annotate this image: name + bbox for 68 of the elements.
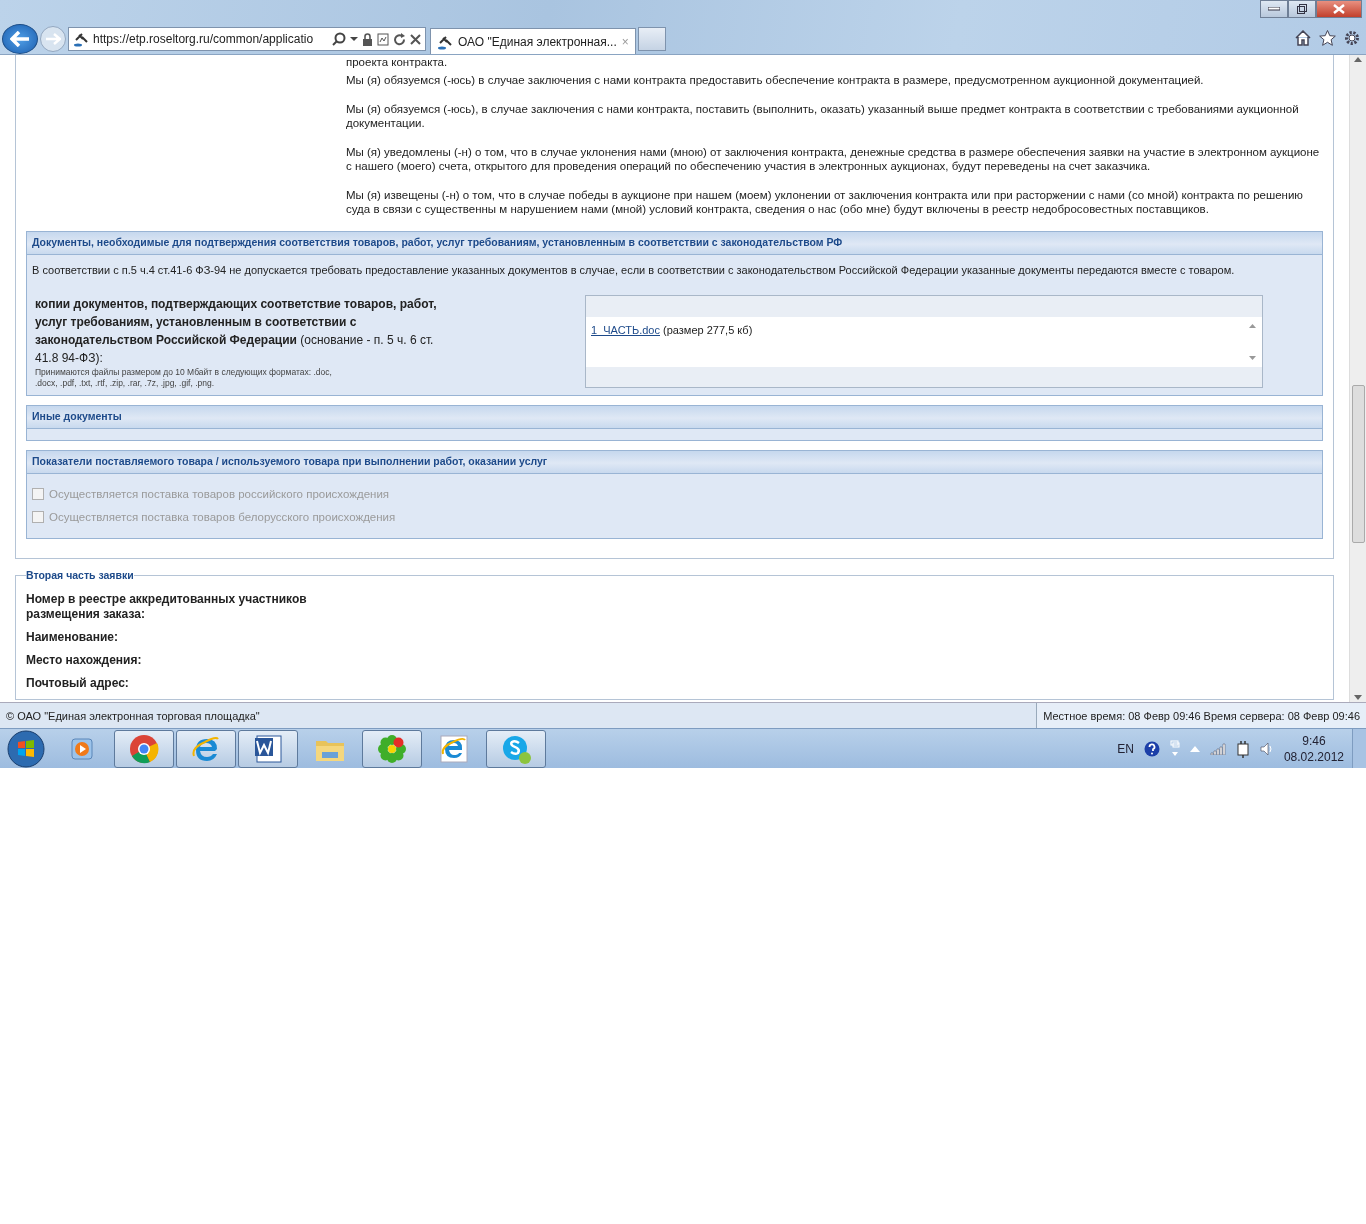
lock-icon[interactable] [362,32,373,46]
home-icon[interactable] [1295,30,1311,46]
star-icon[interactable] [1319,30,1336,46]
paragraph: проекта контракта. [346,55,449,69]
paragraph: Мы (я) уведомлены (-н) о том, что в случае уклонения нами (мною) от заключения контракта, денежные средства в размере обеспечения заявки на участие в электронном аукционе с нашего (моего) счета, открытого для проведения операций по обеспечению участия в электронных аукционах, будут переведены на счет заказчика. [346,145,1321,173]
media-player-icon [69,735,95,762]
panel-title: Иные документы [27,405,1322,429]
copyright-text: © ОАО "Единая электронная торговая площадка" [5,709,261,724]
back-arrow-icon [10,31,30,47]
browser-e-icon [439,733,469,764]
clock[interactable]: 9:46 08.02.2012 [1283,732,1344,765]
field-hint: Принимаются файлы размером до 10 Мбайт в следующих форматах: .doc, .docx, .pdf, .txt, .rtf, .zip, .rar, .7z, .jpg, .gif, .png. [35,366,333,389]
gavel-icon [437,33,453,50]
restore-button[interactable] [1288,0,1316,18]
address-bar[interactable]: https://etp.roseltorg.ru/common/applicatio [68,27,426,51]
settings-icon[interactable] [1344,30,1360,46]
power-plug-icon[interactable] [1235,739,1250,758]
restore-icon [1297,4,1307,14]
field-label: Место нахождения: [26,653,143,668]
caret-icon[interactable] [350,36,358,42]
stop-icon[interactable] [410,33,421,45]
help-icon[interactable] [1143,740,1160,757]
paragraph: Мы (я) обязуемся (-юсь), в случае заключения с нами контракта, поставить (выполнить, оказать) указанный выше предмет контракта в соответствии с требованиями аукционной документации. [346,102,1300,130]
field-label: Почтовый адрес: [26,676,130,691]
scroll-up-icon[interactable] [1354,57,1362,62]
close-button[interactable] [1316,0,1362,18]
panel-title: Документы, необходимые для подтверждения соответствия товаров, работ, услуг требованиям, установленным в соответствии с законодательством РФ [27,232,1322,255]
scrollbar-thumb[interactable] [1351,384,1365,543]
checkbox-label: Осуществляется поставка товаров белорусского происхождения [49,509,396,525]
browser-tab[interactable]: ОАО "Единая электронная... × [430,28,636,54]
signal-icon[interactable] [1209,742,1226,755]
start-button[interactable] [6,728,46,768]
scrollbar[interactable] [1349,55,1366,702]
paragraph: Мы (я) обязуемся (-юсь) в случае заключения с нами контракта предоставить обеспечение контракта в размере, предусмотренном аукционной документацией. [346,73,1205,87]
scrollbar-drawing [1248,321,1257,362]
compatibility-icon[interactable] [377,32,389,46]
word-icon [253,733,283,764]
panel-title: Показатели поставляемого товара / используемого товара при выполнении работ, оказании услуг [27,450,1322,474]
file-size: (размер 277,5 кб) [663,323,753,336]
taskbar-button[interactable] [114,729,174,768]
flower-icon [377,733,407,764]
checkbox-label: Осуществляется поставка товаров российского происхождения [49,486,390,502]
section-title: Вторая часть заявки [26,568,134,584]
taskbar-button[interactable] [362,729,422,768]
forward-arrow-icon [45,33,61,45]
scroll-down-icon[interactable] [1354,695,1362,700]
url-text: https://etp.roseltorg.ru/common/applicatio [93,31,315,48]
taskbar-button[interactable] [176,729,236,768]
file-link[interactable]: 1_ЧАСТЬ.doc [591,323,660,336]
search-icon[interactable] [332,32,346,46]
minimize-icon [1268,7,1280,11]
field-label: копии документов, подтверждающих соответствие товаров, работ, услуг требованиям, установленным в соответствии с законодательством Российской Федерации (основание - п. 5 ч. 6 ст. 41.8 94-ФЗ): [35,295,438,367]
close-icon [1333,4,1345,14]
taskbar-button[interactable] [486,729,546,768]
refresh-icon[interactable] [393,32,406,46]
chrome-icon [129,733,159,764]
back-button[interactable] [2,24,38,54]
taskbar-button[interactable] [238,729,298,768]
field-label: Номер в реестре аккредитованных участников размещения заказа: [26,592,308,622]
paragraph: Мы (я) извещены (-н) о том, что в случае победы в аукционе при нашем (моем) уклонении от заключения контракта или при расторжении с нами (со мной) контракта по решению суда в связи с существенны м нарушением нами (мной) условий контракта, сведения о нас (обо мне) будут включены в реестр недобросовестных поставщиков. [346,188,1304,216]
panel-note: В соответствии с п.5 ч.4 ст.41-6 ФЗ-94 не допускается требовать предоставление указанных документов в случае, если в соответствии с законодательством Российской Федерации указанные документы передаются вместе с товаром. [32,262,1236,278]
speaker-icon[interactable] [1259,741,1274,756]
time-text: Местное время: 08 Февр 09:46 Время сервера: 08 Февр 09:46 [1036,703,1366,728]
gavel-icon [73,31,89,47]
new-tab-button[interactable] [637,27,666,51]
field-label: Наименование: [26,630,120,645]
language-indicator[interactable]: EN [1117,739,1134,758]
forward-button[interactable] [40,26,66,52]
